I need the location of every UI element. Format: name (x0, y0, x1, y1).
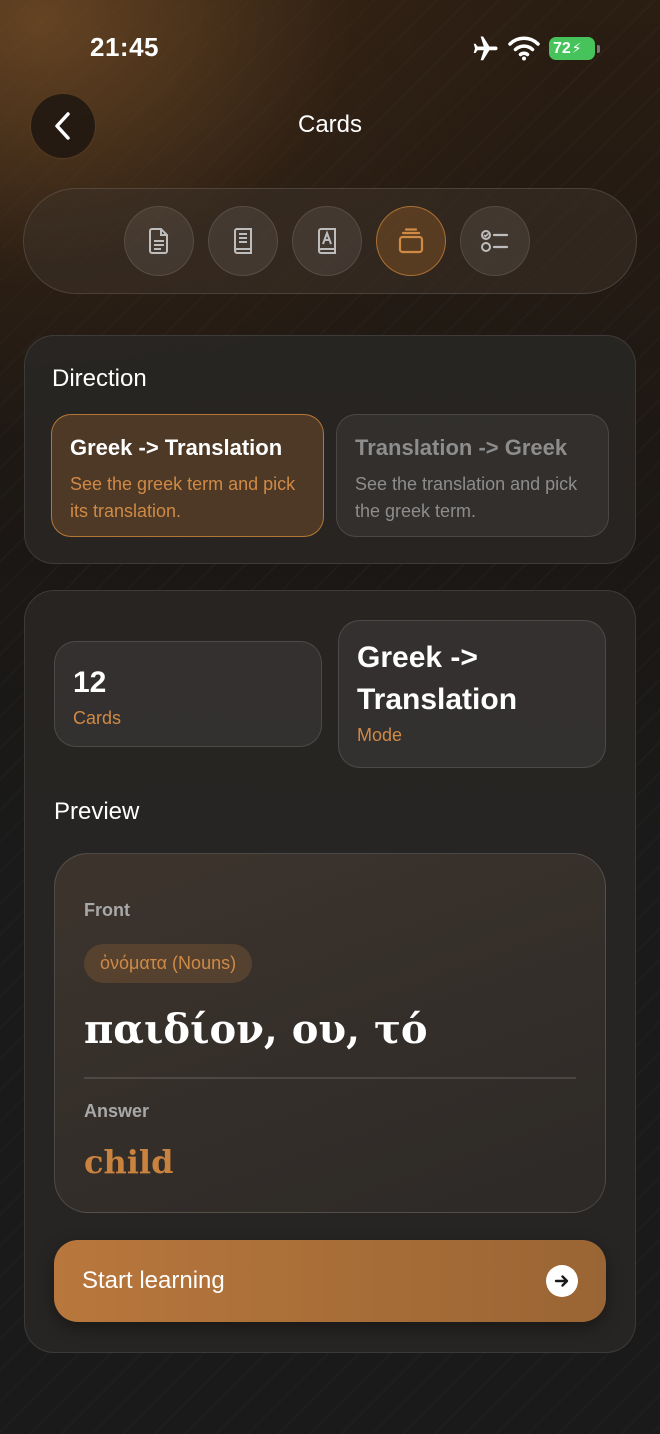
mode-quiz-button[interactable] (460, 206, 530, 276)
battery-indicator: 72 ⚡ (549, 37, 600, 60)
answer-label: Answer (84, 1101, 150, 1121)
preview-title: Preview (54, 798, 140, 825)
direction-option-title: Greek -> Translation (70, 435, 283, 460)
mode-label: Mode (357, 725, 403, 745)
battery-level: 72 (553, 39, 571, 57)
charging-icon: ⚡ (571, 40, 582, 56)
mode-document-button[interactable] (124, 206, 194, 276)
card-count-label: Cards (73, 708, 122, 728)
direction-option-greek-to-translation[interactable]: Greek -> Translation See the greek term … (51, 414, 324, 537)
answer-text: child (84, 1143, 174, 1181)
preview-divider (84, 1077, 576, 1079)
card-count-stat: 12 Cards (54, 641, 322, 747)
arrow-right-icon (546, 1265, 578, 1297)
front-label: Front (84, 900, 130, 920)
mode-dictionary-button[interactable] (292, 206, 362, 276)
direction-option-title: Translation -> Greek (355, 435, 568, 460)
checklist-icon (481, 230, 509, 252)
mode-value: Greek -> Translation (357, 641, 518, 716)
cards-icon (398, 228, 424, 254)
mode-book-button[interactable] (208, 206, 278, 276)
page-title: Cards (297, 111, 363, 138)
category-badge: ὀνόματα (Nouns) (84, 944, 253, 983)
greek-term: παιδίον, ου, τό (84, 1006, 428, 1053)
card-count-value: 12 (73, 666, 107, 699)
dictionary-icon (318, 228, 336, 254)
direction-option-desc: See the translation and pick the greek t… (355, 474, 578, 521)
start-learning-label: Start learning (82, 1267, 225, 1294)
start-learning-button[interactable]: Start learning (54, 1240, 606, 1322)
status-time: 21:45 (90, 32, 159, 62)
document-icon (149, 228, 168, 254)
direction-option-desc: See the greek term and pick its translat… (70, 474, 296, 521)
airplane-icon (473, 36, 498, 61)
book-icon (234, 228, 252, 254)
mode-stat: Greek -> Translation Mode (338, 620, 606, 768)
wifi-icon (508, 36, 540, 61)
direction-option-translation-to-greek[interactable]: Translation -> Greek See the translation… (336, 414, 609, 537)
direction-title: Direction (52, 365, 147, 392)
mode-cards-button[interactable] (376, 206, 446, 276)
